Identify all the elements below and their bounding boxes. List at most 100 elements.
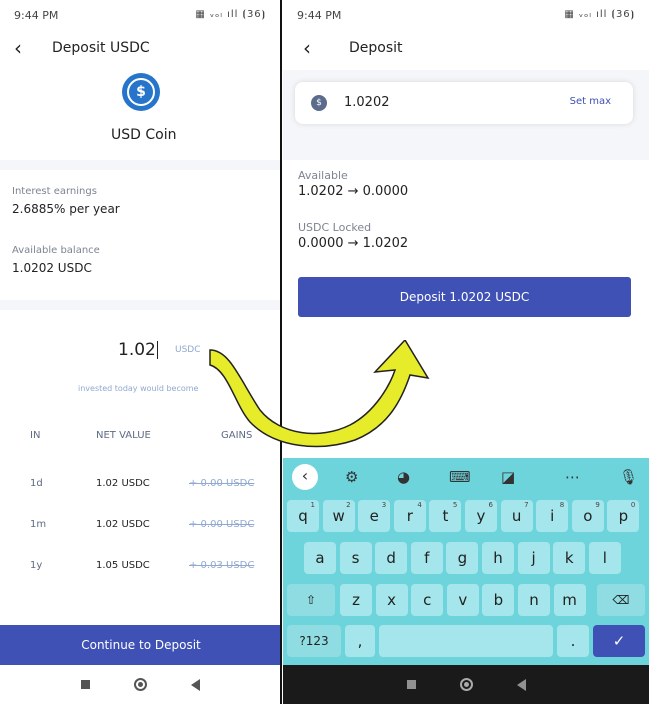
period-key[interactable]: . (557, 625, 589, 657)
key-label: s (351, 549, 360, 567)
row-net-value: 1.05 USDC (96, 560, 150, 571)
key-hint: 0 (630, 501, 636, 509)
header-net-value: NET VALUE (96, 430, 151, 441)
amount-value: 1.02 (118, 340, 156, 360)
key-label: g (457, 549, 468, 567)
header-gains: GAINS (221, 430, 253, 441)
symbols-key[interactable]: ?123 (287, 625, 341, 657)
key-g[interactable]: g (446, 542, 479, 574)
key-hint: 1 (310, 501, 315, 509)
key-j[interactable]: j (517, 542, 550, 574)
home-icon[interactable] (459, 678, 473, 691)
header-in: IN (30, 430, 41, 441)
key-h[interactable]: h (482, 542, 514, 574)
key-m[interactable]: m (553, 584, 586, 616)
key-y[interactable]: y6 (465, 500, 497, 532)
set-max-button[interactable]: Set max (570, 96, 611, 107)
row-net-value: 1.02 USDC (96, 519, 150, 530)
key-n[interactable]: n (518, 584, 550, 616)
key-d[interactable]: d (375, 542, 408, 574)
locked-label: USDC Locked (298, 221, 372, 234)
home-icon[interactable] (133, 678, 147, 691)
more-options-icon[interactable]: ⋯ (565, 468, 580, 486)
key-i[interactable]: i8 (536, 500, 569, 532)
key-k[interactable]: k (553, 542, 586, 574)
key-label: e (369, 507, 379, 525)
amount-input[interactable]: 1.02 (118, 340, 158, 360)
key-u[interactable]: u7 (500, 500, 533, 532)
key-e[interactable]: e3 (358, 500, 391, 532)
divider (0, 160, 280, 170)
key-label: l (602, 549, 607, 567)
status-icons: ▦ ᵥₒₗ ıll ⦗36⦘ (195, 9, 266, 20)
key-label: h (493, 549, 503, 567)
key-label: y (476, 507, 486, 525)
available-label: Available (298, 169, 348, 182)
continue-to-deposit-button[interactable]: Continue to Deposit (0, 625, 280, 665)
key-label: v (458, 591, 468, 609)
space-key[interactable] (379, 625, 553, 657)
key-label: ⌫ (612, 593, 630, 607)
page-title: Deposit USDC (52, 40, 150, 56)
composite-screenshot: 9:44 PM ▦ ᵥₒₗ ıll ⦗36⦘ ‹ Deposit USDC $ … (0, 0, 649, 704)
key-label: f (424, 549, 430, 567)
key-z[interactable]: z (340, 584, 372, 616)
key-label: z (352, 591, 360, 609)
deposit-amount-field[interactable]: $ 1.0202 Set max (295, 82, 633, 124)
comma-key[interactable]: , (345, 625, 375, 657)
status-time: 9:44 PM (14, 9, 59, 22)
key-o[interactable]: o9 (571, 500, 604, 532)
keyboard-collapse-icon[interactable]: ‹ (292, 464, 318, 490)
key-label: n (529, 591, 539, 609)
key-p[interactable]: p0 (607, 500, 640, 532)
key-q[interactable]: q1 (287, 500, 319, 532)
available-value: 1.0202 → 0.0000 (298, 184, 409, 199)
backspace-key[interactable]: ⌫ (597, 584, 645, 616)
key-hint: 5 (452, 501, 458, 509)
key-hint: 7 (524, 501, 529, 509)
key-s[interactable]: s (339, 542, 372, 574)
key-r[interactable]: r4 (393, 500, 426, 532)
key-label: c (423, 591, 432, 609)
key-v[interactable]: v (446, 584, 479, 616)
key-l[interactable]: l (588, 542, 621, 574)
back-arrow-icon[interactable]: ‹ (14, 38, 22, 58)
status-bar: 9:44 PM ▦ ᵥₒₗ ıll ⦗36⦘ (283, 0, 649, 30)
key-label: x (387, 591, 397, 609)
key-hint: 4 (417, 501, 422, 509)
text-cursor (156, 341, 158, 359)
status-time: 9:44 PM (297, 9, 342, 22)
key-f[interactable]: f (410, 542, 443, 574)
shift-key[interactable]: ⇧ (287, 584, 335, 616)
key-label: ⇧ (305, 593, 317, 607)
key-label: i (550, 507, 555, 525)
key-label: q (298, 507, 308, 525)
enter-key[interactable]: ✓ (593, 625, 645, 657)
usdc-coin-icon: $ (122, 73, 160, 111)
key-x[interactable]: x (375, 584, 408, 616)
theme-palette-icon[interactable]: ◕ (397, 468, 410, 486)
key-label: a (315, 549, 325, 567)
back-arrow-icon[interactable]: ‹ (303, 38, 311, 58)
key-label: u (511, 507, 522, 525)
row-gain: + 0.03 USDC (189, 560, 255, 571)
settings-gear-icon[interactable]: ⚙ (345, 468, 358, 486)
key-label: t (442, 507, 449, 525)
key-hint: 6 (488, 501, 493, 509)
key-hint: 3 (381, 501, 387, 509)
key-b[interactable]: b (482, 584, 515, 616)
key-hint: 8 (559, 501, 565, 509)
one-hand-mode-icon[interactable]: ◪ (501, 468, 515, 486)
key-a[interactable]: a (304, 542, 336, 574)
keyboard-layout-icon[interactable]: ⌨ (449, 468, 471, 486)
microphone-icon[interactable]: 🎙 (619, 468, 638, 486)
key-c[interactable]: c (411, 584, 444, 616)
key-t[interactable]: t5 (429, 500, 462, 532)
recents-icon[interactable] (406, 680, 416, 689)
key-w[interactable]: w2 (322, 500, 355, 532)
recents-icon[interactable] (80, 680, 90, 689)
deposit-button[interactable]: Deposit 1.0202 USDC (298, 277, 631, 317)
status-icons: ▦ ᵥₒₗ ıll ⦗36⦘ (564, 9, 635, 20)
back-nav-icon[interactable] (516, 678, 526, 691)
back-nav-icon[interactable] (190, 678, 200, 691)
